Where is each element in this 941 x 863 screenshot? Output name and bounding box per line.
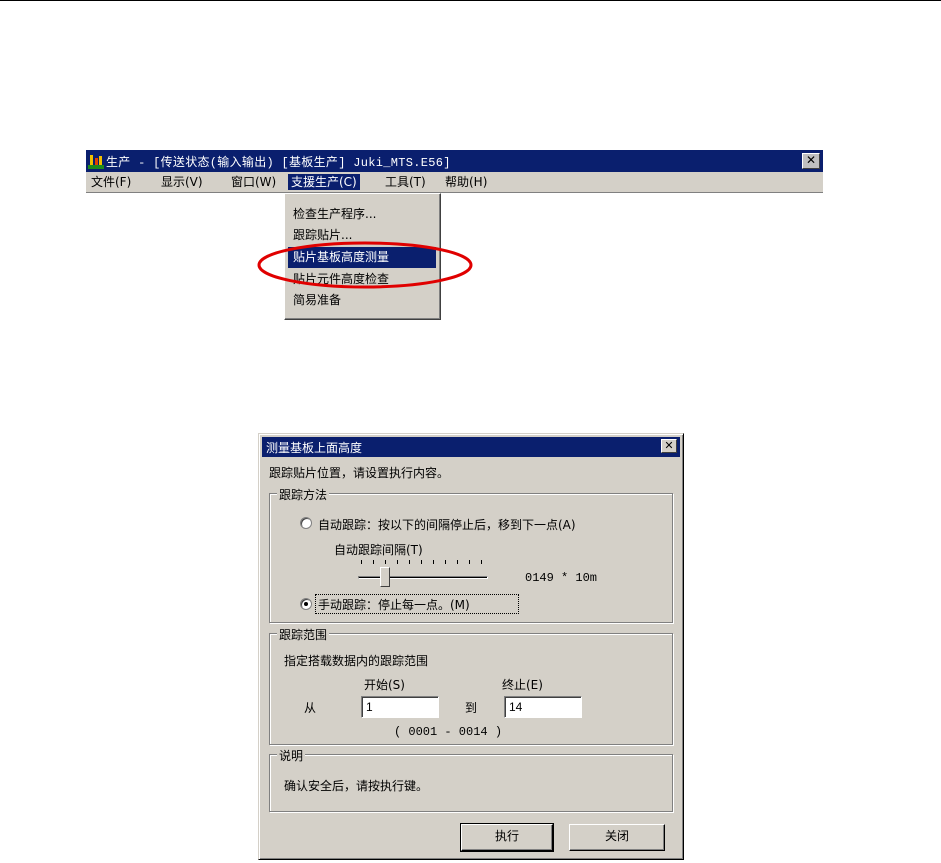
- menu-item-check-program[interactable]: 检查生产程序...: [288, 204, 436, 225]
- notes-group-label: 说明: [277, 747, 306, 764]
- slider-track: [358, 576, 488, 579]
- close-button[interactable]: 关闭: [569, 824, 665, 851]
- support-production-dropdown: 检查生产程序... 跟踪贴片... 贴片基板高度测量 贴片元件高度检查 简易准备: [284, 193, 441, 320]
- manual-track-radio[interactable]: [300, 598, 312, 610]
- range-description: 指定搭载数据内的跟踪范围: [284, 654, 429, 668]
- app-window: 生产 - [传送状态(输入输出) [基板生产] Juki_MTS.E56] ✕ …: [86, 150, 823, 320]
- app-icon: [88, 155, 104, 169]
- dialog-intro: 跟踪贴片位置，请设置执行内容。: [269, 466, 450, 480]
- dialog-title: 测量基板上面高度: [266, 441, 363, 455]
- menu-item-component-height[interactable]: 贴片元件高度检查: [288, 269, 436, 290]
- method-group-label: 跟踪方法: [277, 486, 330, 503]
- to-label: 到: [465, 701, 478, 715]
- range-group: 跟踪范围 指定搭载数据内的跟踪范围 开始(S) 终止(E) 从 1 到 14 (…: [269, 626, 673, 745]
- menu-view[interactable]: 显示(V): [158, 174, 206, 190]
- dialog-titlebar: 测量基板上面高度 ✕: [262, 437, 680, 457]
- interval-slider[interactable]: [358, 560, 488, 587]
- menubar: 文件(F) 显示(V) 窗口(W) 支援生产(C) 工具(T) 帮助(H): [86, 172, 823, 193]
- notes-group: 说明 确认安全后，请按执行键。: [269, 747, 673, 812]
- interval-label: 自动跟踪间隔(T): [334, 543, 423, 557]
- menu-support-production[interactable]: 支援生产(C): [288, 174, 360, 190]
- end-field[interactable]: 14: [504, 696, 582, 718]
- slider-thumb[interactable]: [380, 567, 390, 587]
- close-icon[interactable]: ✕: [661, 439, 677, 453]
- auto-track-label[interactable]: 自动跟踪：按以下的间隔停止后，移到下一点(A): [318, 516, 576, 533]
- app-title: 生产 - [传送状态(输入输出) [基板生产] Juki_MTS.E56]: [106, 156, 451, 170]
- measure-dialog: 测量基板上面高度 ✕ 跟踪贴片位置，请设置执行内容。 跟踪方法 自动跟踪：按以下…: [258, 433, 684, 860]
- app-titlebar: 生产 - [传送状态(输入输出) [基板生产] Juki_MTS.E56] ✕: [86, 150, 823, 172]
- menu-tools[interactable]: 工具(T): [382, 174, 429, 190]
- page-top-rule: [0, 0, 941, 1]
- menu-item-track-placement[interactable]: 跟踪贴片...: [288, 225, 436, 246]
- execute-button[interactable]: 执行: [460, 823, 554, 852]
- notes-text: 确认安全后，请按执行键。: [284, 779, 429, 793]
- start-label: 开始(S): [364, 678, 405, 692]
- menu-window[interactable]: 窗口(W): [228, 174, 279, 190]
- range-hint: ( 0001 - 0014 ): [394, 725, 503, 739]
- menu-item-board-height[interactable]: 贴片基板高度测量: [288, 247, 436, 268]
- menu-file[interactable]: 文件(F): [88, 174, 134, 190]
- interval-value: 0149 * 10m: [525, 571, 598, 585]
- start-field[interactable]: 1: [361, 696, 439, 718]
- menu-item-easy-setup[interactable]: 简易准备: [288, 290, 436, 311]
- auto-track-radio[interactable]: [300, 517, 312, 529]
- manual-track-label[interactable]: 手动跟踪：停止每一点。(M): [318, 596, 470, 613]
- end-label: 终止(E): [502, 678, 543, 692]
- from-label: 从: [304, 701, 317, 715]
- close-icon[interactable]: ✕: [802, 153, 820, 169]
- menu-help[interactable]: 帮助(H): [442, 174, 490, 190]
- method-group: 跟踪方法 自动跟踪：按以下的间隔停止后，移到下一点(A) 自动跟踪间隔(T) 0…: [269, 486, 673, 623]
- range-group-label: 跟踪范围: [277, 626, 330, 643]
